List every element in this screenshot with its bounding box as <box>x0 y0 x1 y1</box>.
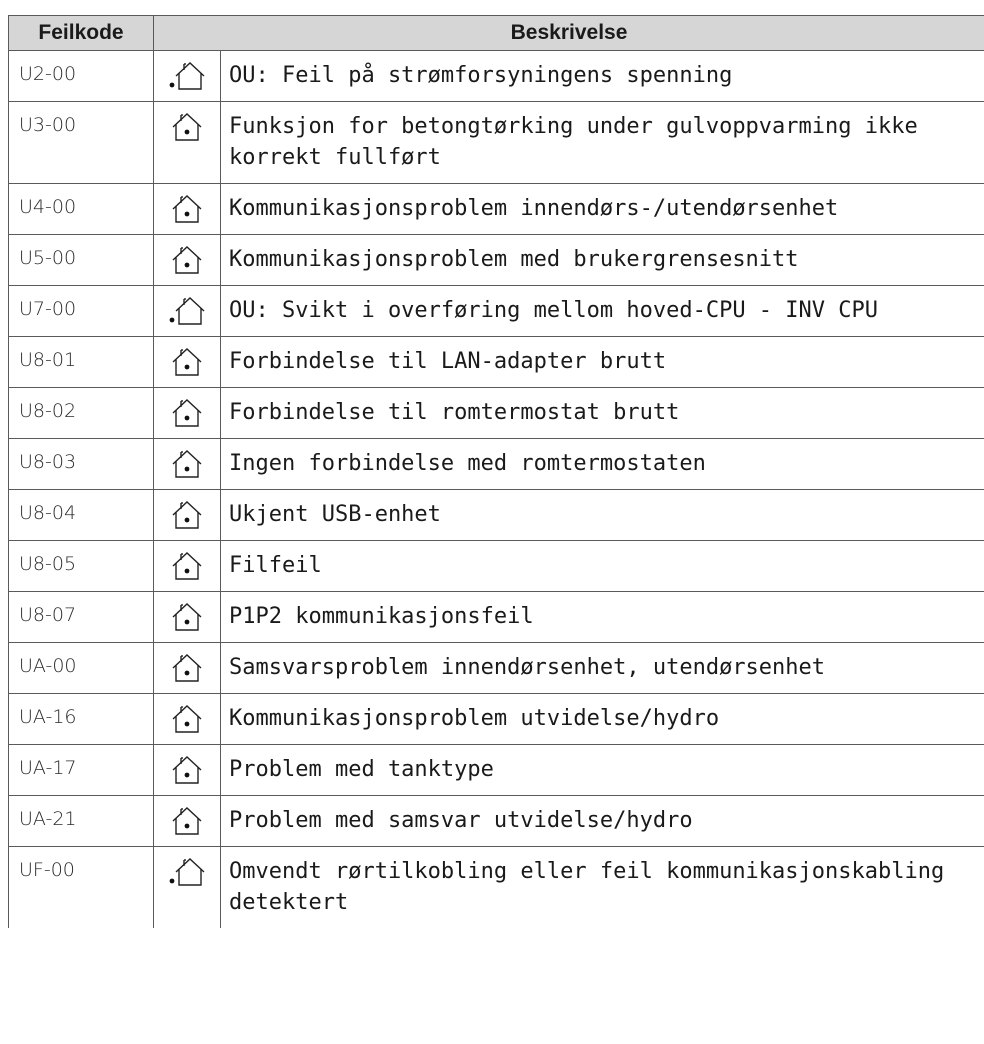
error-code-cell: U4-00 <box>8 183 154 235</box>
error-code-cell: U8-02 <box>8 387 154 439</box>
error-code-table: Feilkode Beskrivelse U2-00 OU: Feil på st… <box>8 15 984 928</box>
table-row: U3-00 Funksjon for betongtørking under gu… <box>8 101 984 184</box>
error-code-cell: U7-00 <box>8 285 154 337</box>
unit-icon-cell <box>153 693 221 745</box>
table-header-row: Feilkode Beskrivelse <box>8 15 984 51</box>
error-description-cell: Ukjent USB-enhet <box>219 489 984 541</box>
unit-icon-cell <box>153 591 221 643</box>
indoor-unit-house-icon <box>172 756 202 784</box>
error-description-cell: Filfeil <box>219 540 984 592</box>
indoor-unit-house-icon <box>172 113 202 141</box>
error-description-cell: P1P2 kommunikasjonsfeil <box>219 591 984 643</box>
error-description-cell: Ingen forbindelse med romtermostaten <box>219 438 984 490</box>
table-row: UA-00 Samsvarsproblem innendørsenhet, ute… <box>8 642 984 694</box>
unit-icon-cell <box>153 846 221 928</box>
error-code-cell: UA-16 <box>8 693 154 745</box>
error-description-cell: OU: Feil på strømforsyningens spenning <box>219 50 984 102</box>
table-row: UA-17 Problem med tanktype <box>8 744 984 796</box>
unit-icon-cell <box>153 489 221 541</box>
table-row: U8-07 P1P2 kommunikasjonsfeil <box>8 591 984 643</box>
error-code-cell: U5-00 <box>8 234 154 286</box>
table-row: UF-00 Omvendt rørtilkobling eller feil ko… <box>8 846 984 928</box>
error-code-cell: U2-00 <box>8 50 154 102</box>
unit-icon-cell <box>153 285 221 337</box>
error-code-cell: UA-17 <box>8 744 154 796</box>
table-row: U5-00 Kommunikasjonsproblem med brukergre… <box>8 234 984 286</box>
table-row: U7-00 OU: Svikt i overføring mellom hoved… <box>8 285 984 337</box>
outdoor-unit-house-icon <box>169 297 205 325</box>
indoor-unit-house-icon <box>172 246 202 274</box>
outdoor-unit-house-icon <box>169 62 205 90</box>
error-code-cell: U8-01 <box>8 336 154 388</box>
unit-icon-cell <box>153 438 221 490</box>
error-code-cell: U8-03 <box>8 438 154 490</box>
table-row: U8-02 Forbindelse til romtermostat brutt <box>8 387 984 439</box>
unit-icon-cell <box>153 101 221 184</box>
unit-icon-cell <box>153 540 221 592</box>
error-code-cell: UF-00 <box>8 846 154 928</box>
error-description-cell: Forbindelse til romtermostat brutt <box>219 387 984 439</box>
outdoor-unit-house-icon <box>169 858 205 886</box>
table-row: U2-00 OU: Feil på strømforsyningens spenn… <box>8 50 984 102</box>
unit-icon-cell <box>153 336 221 388</box>
table-row: U8-01 Forbindelse til LAN-adapter brutt <box>8 336 984 388</box>
error-code-cell: U8-07 <box>8 591 154 643</box>
error-description-cell: Funksjon for betongtørking under gulvopp… <box>219 101 984 184</box>
indoor-unit-house-icon <box>172 450 202 478</box>
unit-icon-cell <box>153 387 221 439</box>
indoor-unit-house-icon <box>172 705 202 733</box>
table-row: U4-00 Kommunikasjonsproblem innendørs-/ut… <box>8 183 984 235</box>
error-description-cell: Samsvarsproblem innendørsenhet, utendørs… <box>219 642 984 694</box>
unit-icon-cell <box>153 234 221 286</box>
table-row: UA-21 Problem med samsvar utvidelse/hydro <box>8 795 984 847</box>
indoor-unit-house-icon <box>172 501 202 529</box>
table-row: U8-04 Ukjent USB-enhet <box>8 489 984 541</box>
unit-icon-cell <box>153 642 221 694</box>
column-header-code: Feilkode <box>8 15 154 51</box>
indoor-unit-house-icon <box>172 552 202 580</box>
error-code-cell: U8-05 <box>8 540 154 592</box>
unit-icon-cell <box>153 744 221 796</box>
indoor-unit-house-icon <box>172 603 202 631</box>
unit-icon-cell <box>153 50 221 102</box>
table-body: U2-00 OU: Feil på strømforsyningens spenn… <box>8 50 984 928</box>
error-description-cell: Kommunikasjonsproblem utvidelse/hydro <box>219 693 984 745</box>
error-code-cell: U8-04 <box>8 489 154 541</box>
error-code-cell: UA-21 <box>8 795 154 847</box>
error-description-cell: OU: Svikt i overføring mellom hoved-CPU … <box>219 285 984 337</box>
indoor-unit-house-icon <box>172 195 202 223</box>
indoor-unit-house-icon <box>172 807 202 835</box>
error-description-cell: Kommunikasjonsproblem innendørs-/utendør… <box>219 183 984 235</box>
indoor-unit-house-icon <box>172 348 202 376</box>
indoor-unit-house-icon <box>172 399 202 427</box>
table-row: U8-05 Filfeil <box>8 540 984 592</box>
error-description-cell: Forbindelse til LAN-adapter brutt <box>219 336 984 388</box>
error-code-cell: UA-00 <box>8 642 154 694</box>
error-description-cell: Kommunikasjonsproblem med brukergrensesn… <box>219 234 984 286</box>
column-header-description: Beskrivelse <box>152 15 984 51</box>
error-description-cell: Problem med tanktype <box>219 744 984 796</box>
table-row: U8-03 Ingen forbindelse med romtermostate… <box>8 438 984 490</box>
unit-icon-cell <box>153 183 221 235</box>
error-description-cell: Problem med samsvar utvidelse/hydro <box>219 795 984 847</box>
table-row: UA-16 Kommunikasjonsproblem utvidelse/hyd… <box>8 693 984 745</box>
indoor-unit-house-icon <box>172 654 202 682</box>
error-code-cell: U3-00 <box>8 101 154 184</box>
unit-icon-cell <box>153 795 221 847</box>
error-description-cell: Omvendt rørtilkobling eller feil kommuni… <box>219 846 984 928</box>
